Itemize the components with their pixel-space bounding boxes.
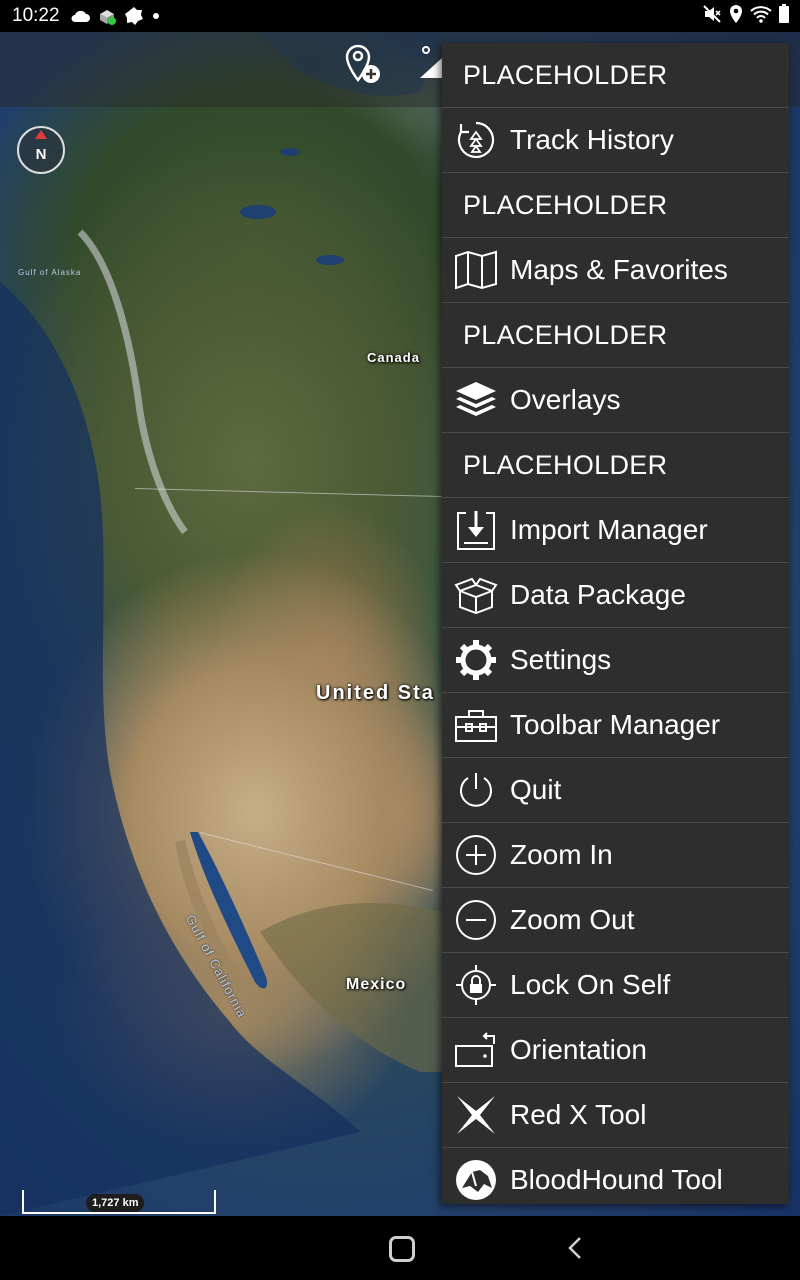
app-notification-icon <box>97 6 117 26</box>
dot-icon <box>151 11 161 21</box>
x-tool-icon <box>454 1093 498 1137</box>
menu-item-label: Zoom Out <box>510 904 635 935</box>
menu-item-orientation[interactable]: Orientation <box>442 1018 789 1083</box>
scale-label: 1,727 km <box>86 1194 145 1212</box>
menu-header-placeholder: PLACEHOLDER <box>442 303 789 368</box>
menu-item-label: Quit <box>510 774 562 805</box>
menu-header-placeholder: PLACEHOLDER <box>442 43 789 108</box>
overflow-menu: PLACEHOLDER Track History PLACEHOLDER Ma… <box>442 43 789 1204</box>
menu-item-toolbar-manager[interactable]: Toolbar Manager <box>442 693 789 758</box>
menu-item-red-x-tool[interactable]: Red X Tool <box>442 1083 789 1148</box>
menu-header-label: PLACEHOLDER <box>463 189 668 220</box>
menu-item-label: Data Package <box>510 579 686 610</box>
mute-icon <box>702 4 722 24</box>
import-icon <box>454 508 498 552</box>
menu-item-label: BloodHound Tool <box>510 1164 723 1195</box>
menu-item-settings[interactable]: Settings <box>442 628 789 693</box>
location-icon <box>728 4 744 24</box>
orientation-icon <box>454 1028 498 1072</box>
compass-button[interactable]: N <box>17 126 65 174</box>
menu-item-track-history[interactable]: Track History <box>442 108 789 173</box>
menu-item-label: Red X Tool <box>510 1099 647 1130</box>
power-icon <box>454 768 498 812</box>
menu-header-placeholder: PLACEHOLDER <box>442 433 789 498</box>
battery-icon <box>778 4 790 24</box>
compass-label: N <box>35 145 47 163</box>
menu-item-maps-favorites[interactable]: Maps & Favorites <box>442 238 789 303</box>
gear-icon <box>454 638 498 682</box>
menu-item-lock-on-self[interactable]: Lock On Self <box>442 953 789 1018</box>
label-gulf-of-alaska: Gulf of Alaska <box>18 268 82 277</box>
back-button[interactable] <box>566 1236 584 1265</box>
menu-item-quit[interactable]: Quit <box>442 758 789 823</box>
tool-icon <box>420 46 442 78</box>
menu-item-bloodhound-tool[interactable]: BloodHound Tool <box>442 1148 789 1204</box>
menu-item-zoom-out[interactable]: Zoom Out <box>442 888 789 953</box>
lock-on-self-icon <box>454 963 498 1007</box>
zoom-out-icon <box>454 898 498 942</box>
map-pin-add-icon <box>345 44 380 83</box>
menu-item-label: Toolbar Manager <box>510 709 721 740</box>
menu-item-label: Settings <box>510 644 612 675</box>
clock: 10:22 <box>12 5 60 26</box>
label-united-states: United Sta <box>316 682 435 704</box>
home-button[interactable] <box>389 1236 415 1262</box>
menu-item-label: Orientation <box>510 1034 647 1065</box>
menu-item-label: Maps & Favorites <box>510 254 728 285</box>
menu-header-label: PLACEHOLDER <box>463 59 668 90</box>
menu-item-label: Zoom In <box>510 839 613 870</box>
label-canada: Canada <box>367 350 420 365</box>
menu-item-label: Import Manager <box>510 514 708 545</box>
toolbar-tool-button[interactable] <box>418 46 444 85</box>
menu-header-placeholder: PLACEHOLDER <box>442 173 789 238</box>
status-bar: 10:22 <box>0 0 800 32</box>
wifi-icon <box>750 5 772 23</box>
compass-needle-icon <box>35 130 47 139</box>
menu-item-import-manager[interactable]: Import Manager <box>442 498 789 563</box>
bloodhound-icon <box>454 1158 498 1202</box>
map-icon <box>454 248 498 292</box>
menu-item-overlays[interactable]: Overlays <box>442 368 789 433</box>
cloud-icon <box>70 9 90 23</box>
toolbox-icon <box>454 703 498 747</box>
menu-item-data-package[interactable]: Data Package <box>442 563 789 628</box>
menu-item-label: Track History <box>510 124 674 155</box>
menu-item-label: Lock On Self <box>510 969 671 1000</box>
zoom-in-icon <box>454 833 498 877</box>
package-icon <box>454 573 498 617</box>
back-arrow-icon <box>568 1237 581 1259</box>
navigation-bar <box>0 1216 800 1280</box>
menu-header-label: PLACEHOLDER <box>463 449 668 480</box>
gear-badge-icon <box>124 6 144 26</box>
menu-item-zoom-in[interactable]: Zoom In <box>442 823 789 888</box>
menu-header-label: PLACEHOLDER <box>463 319 668 350</box>
label-mexico: Mexico <box>346 976 407 993</box>
menu-item-label: Overlays <box>510 384 621 415</box>
track-history-icon <box>454 118 498 162</box>
layers-icon <box>454 378 498 422</box>
add-point-button[interactable] <box>344 44 384 97</box>
